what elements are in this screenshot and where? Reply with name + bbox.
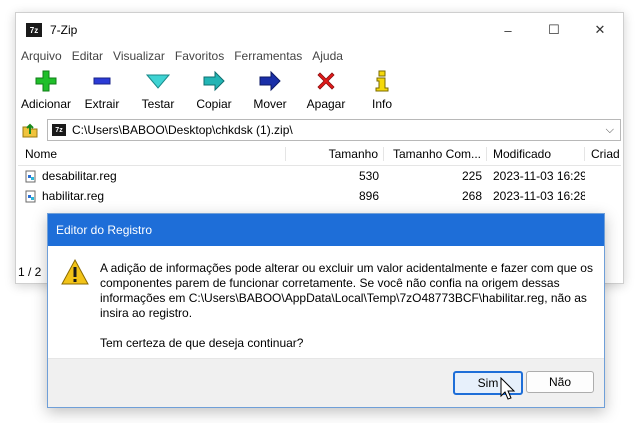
copy-button[interactable]: Copiar	[186, 69, 242, 111]
close-button[interactable]: ✕	[577, 13, 623, 47]
warning-text: A adição de informações pode alterar ou …	[100, 261, 593, 320]
menu-help[interactable]: Ajuda	[312, 49, 343, 63]
toolbar: Adicionar Extrair Testar Copiar Mover Ap…	[16, 65, 623, 117]
path-text: C:\Users\BABOO\Desktop\chkdsk (1).zip\	[72, 123, 293, 137]
add-button[interactable]: Adicionar	[18, 69, 74, 111]
file-name-cell: desabilitar.reg	[18, 169, 286, 183]
column-created[interactable]: Criad	[585, 147, 621, 161]
registry-editor-dialog: Editor do Registro A adição de informaçõ…	[47, 213, 605, 408]
mouse-pointer-icon	[500, 376, 516, 404]
info-label: Info	[371, 97, 392, 111]
no-button[interactable]: Não	[526, 371, 594, 393]
file-name-cell: habilitar.reg	[18, 189, 286, 203]
file-modified: 2023-11-03 16:29	[493, 169, 585, 183]
minimize-button[interactable]: –	[485, 13, 531, 47]
check-icon	[146, 69, 170, 93]
table-row[interactable]: habilitar.reg 896 268 2023-11-03 16:28	[18, 186, 621, 206]
copy-label: Copiar	[196, 97, 232, 111]
archive-icon: 7z	[52, 124, 66, 136]
reg-file-icon	[25, 190, 37, 203]
info-icon	[375, 69, 389, 93]
address-bar: 7z C:\Users\BABOO\Desktop\chkdsk (1).zip…	[16, 119, 623, 141]
file-packed-size: 225	[461, 169, 482, 183]
column-packed-size[interactable]: Tamanho Com...	[384, 147, 487, 161]
chevron-down-icon[interactable]: ⌵	[606, 124, 614, 137]
plus-icon	[35, 69, 57, 93]
delete-label: Apagar	[306, 97, 346, 111]
column-size[interactable]: Tamanho	[286, 147, 384, 161]
move-arrow-icon	[258, 69, 282, 93]
column-modified[interactable]: Modificado	[487, 147, 585, 161]
menu-view[interactable]: Visualizar	[113, 49, 165, 63]
app-icon: 7z	[26, 23, 42, 37]
delete-button[interactable]: Apagar	[298, 69, 354, 111]
up-folder-button[interactable]	[19, 119, 41, 141]
extract-button[interactable]: Extrair	[74, 69, 130, 111]
warning-icon	[60, 258, 90, 289]
dialog-footer: Sim Não	[48, 358, 604, 407]
menu-edit[interactable]: Editar	[72, 49, 103, 63]
test-button[interactable]: Testar	[130, 69, 186, 111]
maximize-button[interactable]: ☐	[531, 13, 577, 47]
copy-arrow-icon	[202, 69, 226, 93]
menu-favorites[interactable]: Favoritos	[175, 49, 224, 63]
list-header: Nome Tamanho Tamanho Com... Modificado C…	[18, 143, 621, 166]
menu-bar: Arquivo Editar Visualizar Favoritos Ferr…	[16, 47, 623, 65]
move-button[interactable]: Mover	[242, 69, 298, 111]
path-field[interactable]: 7z C:\Users\BABOO\Desktop\chkdsk (1).zip…	[47, 119, 621, 141]
move-label: Mover	[253, 97, 287, 111]
file-name: habilitar.reg	[42, 189, 105, 203]
window-title: 7-Zip	[50, 23, 78, 37]
file-name: desabilitar.reg	[42, 169, 117, 183]
minus-icon	[91, 69, 113, 93]
file-size: 896	[358, 189, 379, 203]
title-bar: 7z 7-Zip – ☐ ✕	[16, 13, 623, 47]
file-size: 530	[358, 169, 379, 183]
dialog-title: Editor do Registro	[48, 214, 604, 246]
status-bar-text: 1 / 2	[18, 265, 42, 279]
window-controls: – ☐ ✕	[485, 13, 623, 47]
file-modified: 2023-11-03 16:28	[493, 189, 585, 203]
dialog-message: A adição de informações pode alterar ou …	[100, 261, 595, 351]
dialog-body: A adição de informações pode alterar ou …	[48, 246, 604, 358]
menu-tools[interactable]: Ferramentas	[234, 49, 302, 63]
file-packed-size: 268	[461, 189, 482, 203]
add-label: Adicionar	[20, 97, 72, 111]
info-button[interactable]: Info	[354, 69, 410, 111]
table-row[interactable]: desabilitar.reg 530 225 2023-11-03 16:29	[18, 166, 621, 186]
menu-file[interactable]: Arquivo	[21, 49, 62, 63]
up-folder-icon	[22, 123, 38, 138]
reg-file-icon	[25, 170, 37, 183]
confirm-question: Tem certeza de que deseja continuar?	[100, 336, 304, 350]
column-name[interactable]: Nome	[18, 147, 286, 161]
test-label: Testar	[141, 97, 175, 111]
extract-label: Extrair	[84, 97, 120, 111]
delete-x-icon	[315, 69, 337, 93]
